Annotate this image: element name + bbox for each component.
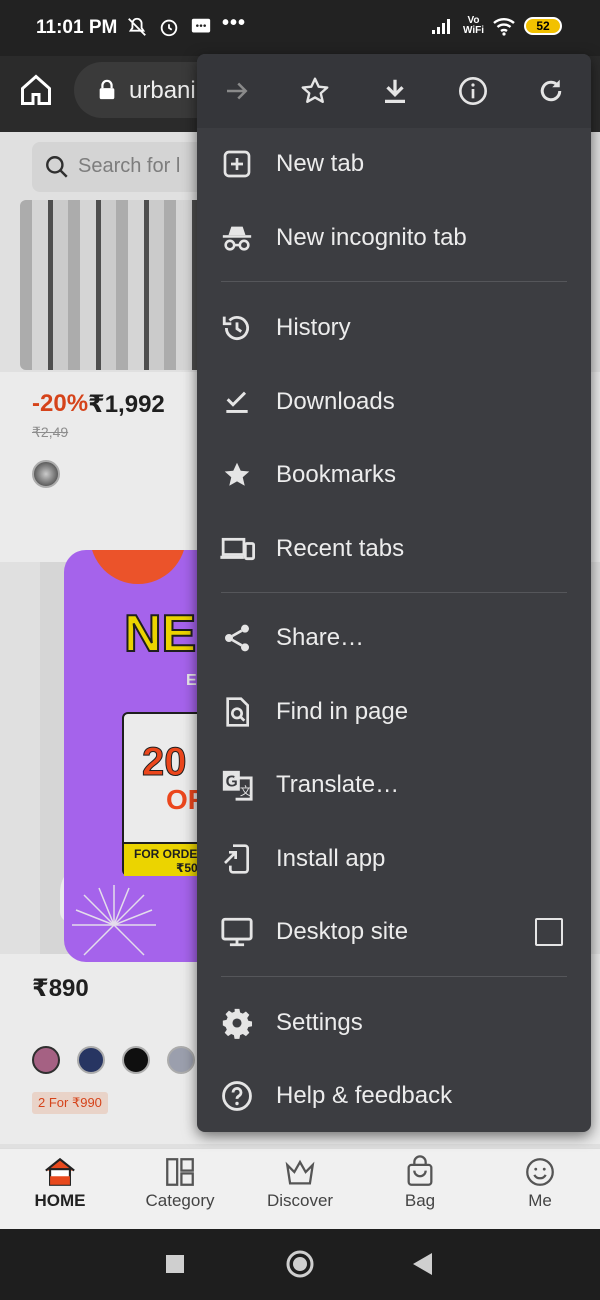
nav-label: Discover (266, 1191, 334, 1210)
refresh-icon (540, 79, 562, 102)
menu-item-new-incognito-tab[interactable]: New incognito tab (197, 208, 591, 268)
alarm-icon (160, 19, 178, 37)
menu-item-share[interactable]: Share… (197, 608, 591, 668)
menu-item-label: Install app (276, 845, 386, 872)
svg-text:文: 文 (240, 784, 251, 798)
menu-item-label: Find in page (276, 698, 409, 725)
plus-square-icon (219, 146, 255, 182)
mute-bell-icon (128, 17, 146, 36)
desktop-icon (219, 914, 255, 950)
history-icon (219, 310, 255, 346)
browser-overflow-menu: New tab New incognito tab History Downlo… (197, 54, 591, 1132)
menu-item-downloads[interactable]: Downloads (197, 372, 591, 432)
menu-item-label: Bookmarks (276, 461, 397, 488)
vowifi-bottom: WiFi (462, 25, 484, 36)
download-page-button[interactable] (377, 73, 413, 109)
wifi-icon (493, 18, 515, 36)
status-right-icons: Vo WiFi 52 (431, 16, 562, 36)
help-icon (219, 1078, 255, 1114)
menu-item-find-in-page[interactable]: Find in page (197, 682, 591, 742)
status-more-dots: ••• (222, 12, 247, 34)
incognito-icon (219, 220, 255, 256)
nav-discover[interactable]: Discover (245, 1155, 355, 1211)
share-icon (219, 620, 255, 656)
menu-item-label: Help & feedback (276, 1082, 453, 1109)
back-button[interactable] (410, 1251, 434, 1277)
menu-divider (221, 592, 567, 593)
menu-item-label: New tab (276, 150, 365, 177)
bag-icon (407, 1155, 433, 1186)
gear-icon (219, 1005, 255, 1041)
menu-item-help-feedback[interactable]: Help & feedback (197, 1066, 591, 1126)
menu-item-label: New incognito tab (276, 224, 467, 251)
recents-button[interactable] (164, 1253, 186, 1275)
menu-divider (221, 281, 567, 282)
home-system-button[interactable] (285, 1249, 315, 1279)
smiley-icon (526, 1158, 554, 1186)
crown-icon (285, 1159, 315, 1185)
battery-indicator: 52 (524, 17, 562, 35)
star-filled-icon (219, 457, 255, 493)
home-icon (45, 1157, 75, 1186)
download-icon (385, 79, 405, 103)
menu-action-toolbar (197, 54, 591, 128)
downloads-check-icon (219, 384, 255, 420)
menu-item-label: Downloads (276, 388, 395, 415)
url-text: urbani (129, 77, 196, 104)
install-app-icon (219, 841, 255, 877)
nav-label: HOME (34, 1191, 86, 1210)
system-navigation-bar (0, 1229, 600, 1300)
nav-bag[interactable]: Bag (365, 1155, 475, 1211)
menu-item-install-app[interactable]: Install app (197, 829, 591, 889)
menu-item-bookmarks[interactable]: Bookmarks (197, 445, 591, 505)
forward-arrow-icon (227, 82, 248, 100)
status-bar: 11:01 PM ••• Vo WiFi 52 (0, 0, 600, 56)
nav-label: Me (528, 1191, 552, 1210)
menu-item-history[interactable]: History (197, 298, 591, 358)
menu-item-label: Recent tabs (276, 535, 405, 562)
reload-button[interactable] (533, 73, 569, 109)
home-button[interactable] (18, 72, 58, 112)
menu-item-label: Settings (276, 1009, 363, 1036)
menu-item-label: Share… (276, 624, 365, 651)
signal-icon (431, 19, 450, 34)
status-left-icons (126, 16, 212, 38)
nav-me[interactable]: Me (485, 1155, 595, 1211)
menu-divider (221, 976, 567, 977)
menu-item-settings[interactable]: Settings (197, 993, 591, 1053)
nav-label: Category (145, 1191, 215, 1210)
forward-button[interactable] (219, 73, 255, 109)
menu-item-label: Desktop site (276, 918, 409, 945)
nav-home[interactable]: HOME (5, 1155, 115, 1211)
info-icon (459, 77, 487, 105)
desktop-site-checkbox[interactable] (535, 918, 563, 946)
page-info-button[interactable] (455, 73, 491, 109)
menu-item-desktop-site[interactable]: Desktop site (197, 902, 591, 962)
menu-item-label: History (276, 314, 351, 341)
home-icon (21, 74, 51, 105)
nav-category[interactable]: Category (125, 1155, 235, 1211)
bottom-navigation: HOME Category Discover Bag Me (0, 1148, 600, 1229)
lock-icon (99, 79, 115, 100)
menu-item-new-tab[interactable]: New tab (197, 134, 591, 194)
vowifi-indicator: Vo WiFi (463, 16, 484, 36)
category-icon (166, 1158, 194, 1186)
devices-icon (219, 531, 255, 567)
message-icon (191, 18, 211, 33)
menu-item-label: Translate… (276, 771, 400, 798)
find-in-page-icon (219, 694, 255, 730)
bookmark-star-button[interactable] (297, 73, 333, 109)
menu-item-recent-tabs[interactable]: Recent tabs (197, 519, 591, 579)
svg-text:G: G (226, 773, 238, 790)
star-icon (301, 77, 329, 103)
menu-item-translate[interactable]: G文 Translate… (197, 755, 591, 815)
nav-label: Bag (404, 1191, 436, 1210)
status-time: 11:01 PM (36, 17, 118, 38)
translate-icon: G文 (219, 767, 255, 803)
